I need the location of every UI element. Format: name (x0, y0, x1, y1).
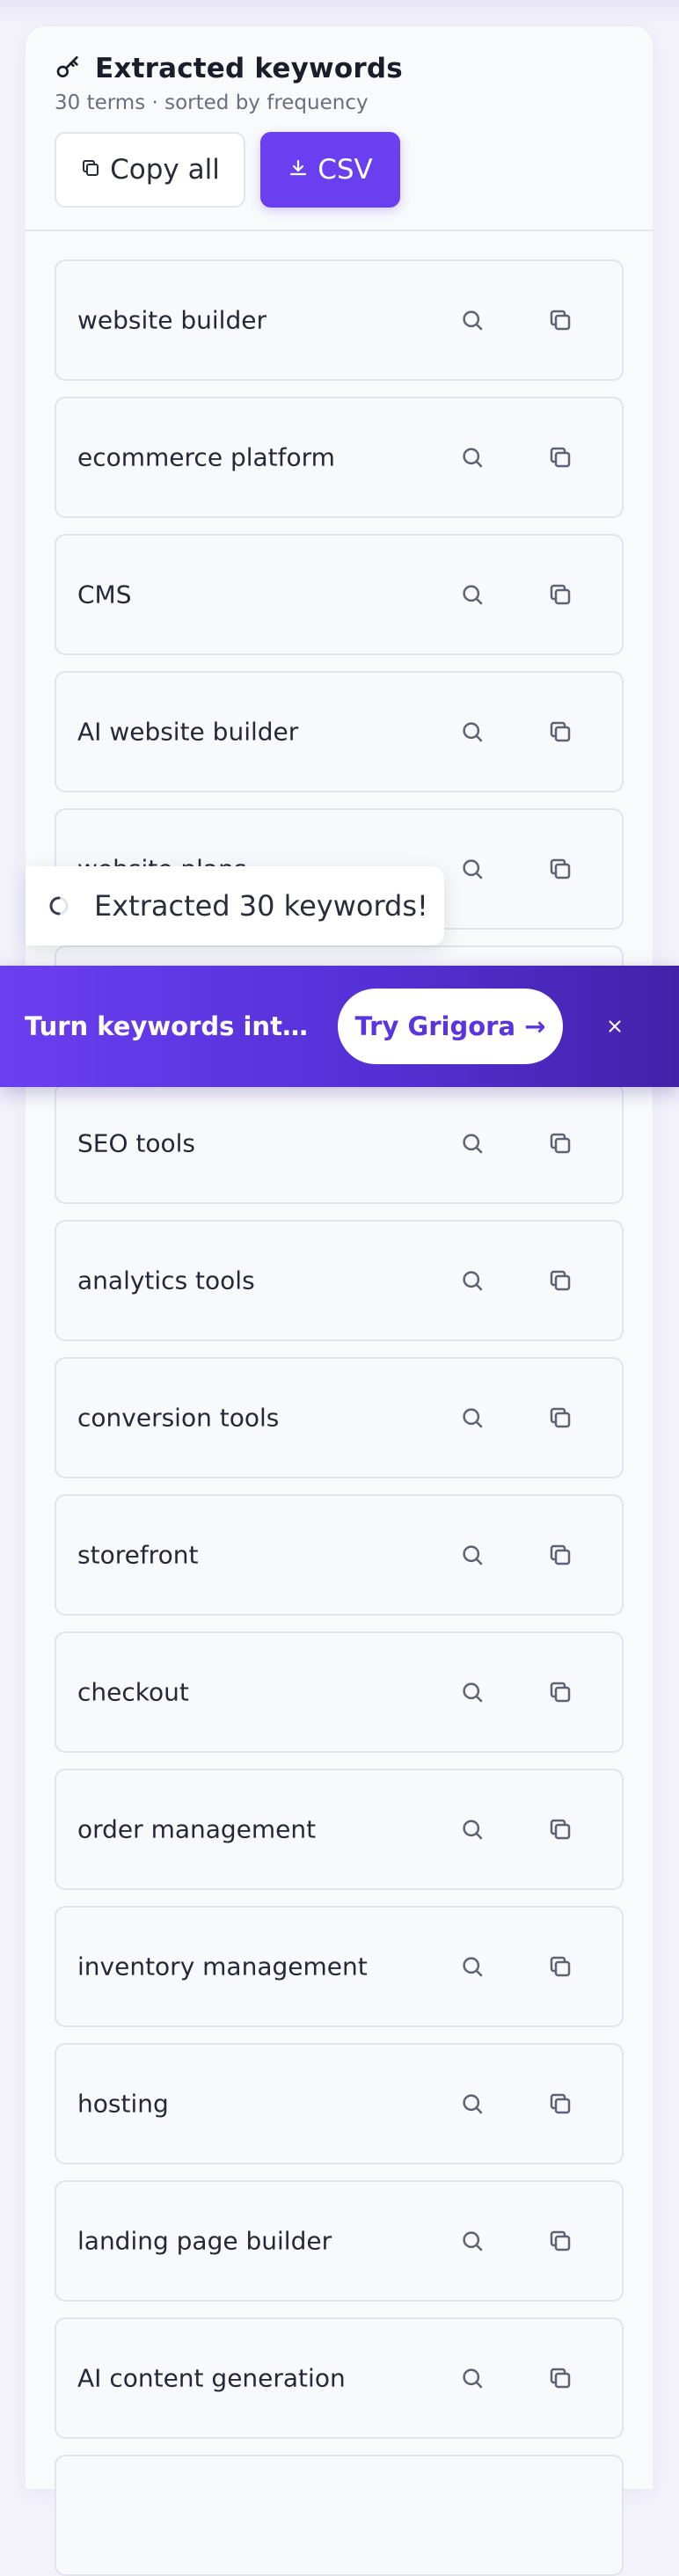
search-icon[interactable] (456, 1951, 488, 1982)
keyword-text[interactable]: SEO tools (77, 1129, 195, 1158)
close-icon[interactable] (603, 1015, 626, 1038)
copy-icon[interactable] (544, 2088, 576, 2120)
search-icon[interactable] (456, 579, 488, 610)
keywords-card: Extracted keywords 30 terms · sorted by … (26, 26, 653, 2576)
keyword-text[interactable]: AI website builder (77, 718, 298, 747)
keyword-row: conversion tools (55, 1357, 624, 1478)
keyword-text[interactable]: inventory management (77, 1952, 368, 1981)
top-fade (0, 0, 679, 26)
title-row: Extracted keywords (55, 53, 403, 84)
search-icon[interactable] (456, 2362, 488, 2394)
download-icon (288, 154, 309, 186)
keyword-row (55, 2455, 624, 2576)
keyword-text[interactable]: conversion tools (77, 1404, 279, 1433)
promo-text: Turn keywords into co... (25, 1011, 315, 1041)
copy-all-button[interactable]: Copy all (55, 132, 245, 208)
keyword-text[interactable]: order management (77, 1815, 316, 1844)
search-icon[interactable] (456, 1402, 488, 1434)
keyword-text[interactable]: ecommerce platform (77, 443, 335, 472)
search-icon[interactable] (456, 1127, 488, 1159)
copy-icon[interactable] (544, 1265, 576, 1296)
search-icon[interactable] (456, 2225, 488, 2257)
card-header: Extracted keywords 30 terms · sorted by … (26, 26, 653, 231)
csv-label: CSV (318, 154, 373, 186)
keyword-text[interactable]: analytics tools (77, 1266, 255, 1295)
copy-icon[interactable] (544, 2225, 576, 2257)
copy-icon[interactable] (544, 1402, 576, 1434)
toast-message: Extracted 30 keywords! (94, 889, 428, 923)
search-icon[interactable] (456, 1813, 488, 1845)
csv-download-button[interactable]: CSV (260, 132, 400, 208)
copy-icon[interactable] (544, 1127, 576, 1159)
keyword-row: website builder (55, 259, 624, 381)
keyword-text[interactable]: website builder (77, 306, 266, 335)
spinner-icon (48, 895, 69, 916)
copy-icon (80, 154, 101, 186)
keyword-row: analytics tools (55, 1220, 624, 1341)
search-icon[interactable] (456, 716, 488, 748)
copy-icon[interactable] (544, 304, 576, 336)
copy-icon[interactable] (544, 1951, 576, 1982)
copy-icon[interactable] (544, 716, 576, 748)
keyword-row: landing page builder (55, 2180, 624, 2302)
keyword-row: AI content generation (55, 2317, 624, 2439)
search-icon[interactable] (456, 1676, 488, 1708)
keyword-text[interactable]: AI content generation (77, 2364, 346, 2393)
search-icon[interactable] (456, 441, 488, 473)
promo-banner: Turn keywords into co... Try Grigora → (0, 966, 679, 1087)
copy-icon[interactable] (544, 441, 576, 473)
success-toast: Extracted 30 keywords! (26, 866, 444, 945)
copy-icon[interactable] (544, 579, 576, 610)
search-icon[interactable] (456, 853, 488, 885)
copy-icon[interactable] (544, 853, 576, 885)
keyword-row: storefront (55, 1494, 624, 1616)
keyword-count-subtitle: 30 terms · sorted by frequency (55, 91, 369, 114)
keyword-row: SEO tools (55, 1083, 624, 1204)
page-title: Extracted keywords (95, 53, 403, 84)
key-icon (55, 53, 83, 84)
keyword-text[interactable]: landing page builder (77, 2227, 332, 2256)
keyword-text[interactable]: checkout (77, 1678, 189, 1707)
try-grigora-button[interactable]: Try Grigora → (338, 989, 563, 1064)
search-icon[interactable] (456, 304, 488, 336)
keyword-row: inventory management (55, 1906, 624, 2027)
keyword-text[interactable]: CMS (77, 580, 131, 609)
copy-icon[interactable] (544, 2362, 576, 2394)
keyword-row: AI website builder (55, 671, 624, 792)
keyword-text[interactable]: storefront (77, 1541, 198, 1570)
copy-icon[interactable] (544, 1539, 576, 1571)
keyword-row: CMS (55, 534, 624, 655)
keyword-row: order management (55, 1769, 624, 1890)
keyword-row: ecommerce platform (55, 397, 624, 518)
copy-icon[interactable] (544, 1676, 576, 1708)
keyword-text[interactable]: hosting (77, 2090, 169, 2119)
keyword-row: hosting (55, 2043, 624, 2164)
search-icon[interactable] (456, 2088, 488, 2120)
copy-icon[interactable] (544, 1813, 576, 1845)
keyword-row: checkout (55, 1631, 624, 1753)
search-icon[interactable] (456, 1539, 488, 1571)
copy-all-label: Copy all (110, 154, 220, 186)
search-icon[interactable] (456, 1265, 488, 1296)
